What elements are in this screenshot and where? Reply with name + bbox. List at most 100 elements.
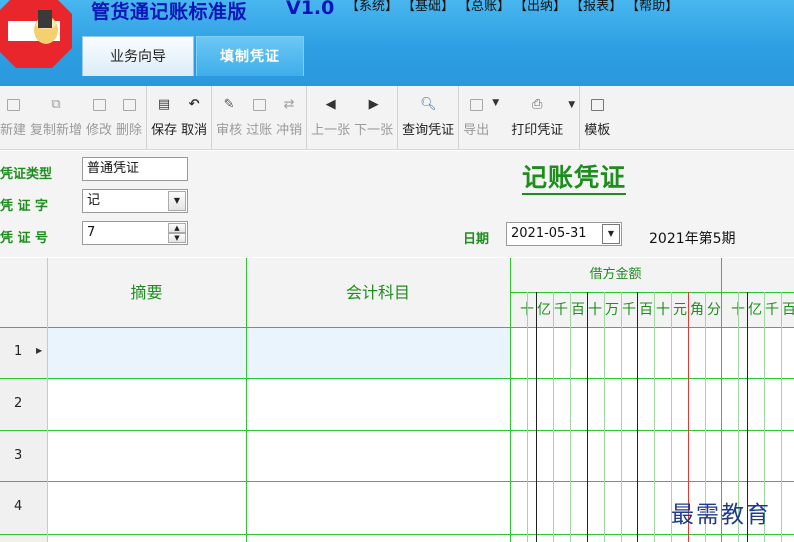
save-icon: ▤ — [157, 97, 171, 112]
row-header-5[interactable] — [0, 534, 47, 542]
delete-button[interactable]: 删除 — [114, 86, 144, 149]
save-label: 保存 — [151, 123, 178, 138]
menu-reports[interactable]: 【报表】 — [570, 0, 622, 14]
digit-line — [604, 292, 605, 542]
copy-new-button[interactable]: ⧉ 复制新增 — [28, 86, 84, 149]
next-button[interactable]: ▶ 下一张 — [352, 86, 395, 149]
digit-line — [570, 292, 571, 542]
prev-icon: ◀ — [325, 97, 336, 112]
row-header-3[interactable]: 3 — [0, 430, 47, 481]
new-button[interactable]: 新建 — [0, 86, 28, 149]
prev-label: 上一张 — [311, 123, 351, 138]
cancel-button[interactable]: ↶ 取消 — [179, 86, 209, 149]
next-label: 下一张 — [354, 123, 394, 138]
date-picker[interactable]: 2021-05-31 ▼ — [506, 222, 622, 246]
chevron-down-icon[interactable]: ▼ — [168, 191, 186, 211]
voucher-number-label: 凭 证 号 — [0, 231, 49, 246]
row-number: 4 — [14, 499, 23, 514]
table-row[interactable] — [47, 378, 794, 430]
prev-button[interactable]: ◀ 上一张 — [309, 86, 352, 149]
toolbar-group-query: 🔍︎ 查询凭证 — [398, 86, 460, 149]
query-voucher-button[interactable]: 🔍︎ 查询凭证 — [400, 86, 456, 149]
debit-digit-label: 千 — [554, 302, 568, 318]
grid-line — [0, 430, 794, 431]
digit-line — [781, 292, 782, 542]
toolbar-group-template: 模板 — [580, 86, 614, 149]
top-menu: 【系统】 【基础】 【总账】 【出纳】 【报表】 【帮助】 — [346, 0, 682, 14]
audit-button[interactable]: ✎ 审核 — [214, 86, 244, 149]
row-header-corner — [0, 258, 47, 327]
watermark: 最需教育 — [671, 502, 771, 528]
cancel-label: 取消 — [181, 123, 208, 138]
audit-icon: ✎ — [223, 97, 235, 112]
accounting-period: 2021年第5期 — [649, 231, 736, 247]
credit-column-header[interactable] — [721, 258, 794, 292]
digit-line — [621, 292, 622, 542]
row-number: 3 — [14, 448, 23, 463]
debit-digit-label: 角 — [690, 302, 704, 318]
export-dropdown-icon[interactable]: ▼ — [492, 98, 499, 108]
template-button[interactable]: 模板 — [582, 86, 612, 149]
row-header-4[interactable]: 4 — [0, 481, 47, 534]
debit-column-header[interactable]: 借方金额 — [510, 258, 721, 292]
export-label: 导出 — [463, 123, 490, 138]
reverse-label: 冲销 — [276, 123, 303, 138]
tab-fill-voucher[interactable]: 填制凭证 — [196, 36, 304, 76]
delete-icon — [121, 97, 137, 113]
voucher-number-value: 7 — [87, 225, 96, 240]
row-number: 1 — [14, 344, 23, 359]
row-header-1[interactable]: 1 ▶ — [0, 327, 47, 378]
tab-business-guide[interactable]: 业务向导 — [82, 36, 194, 76]
digit-line — [553, 292, 554, 542]
print-voucher-button[interactable]: ⎙ 打印凭证 ▼ — [501, 86, 577, 149]
delete-label: 删除 — [116, 123, 143, 138]
spin-up-icon[interactable]: ▲ — [168, 223, 186, 233]
menu-help[interactable]: 【帮助】 — [626, 0, 678, 14]
post-button[interactable]: 过账 — [244, 86, 274, 149]
save-button[interactable]: ▤ 保存 — [149, 86, 179, 149]
grid-line — [0, 327, 794, 328]
toolbar-group-edit: 新建 ⧉ 复制新增 修改 删除 — [0, 86, 148, 149]
row-number: 2 — [14, 396, 23, 411]
menu-system[interactable]: 【系统】 — [346, 0, 398, 14]
edit-icon — [91, 97, 107, 113]
account-header-label: 会计科目 — [345, 283, 410, 302]
debit-digit-label: 十 — [588, 302, 602, 318]
reverse-button[interactable]: ⇄ 冲销 — [274, 86, 304, 149]
export-icon — [468, 97, 484, 113]
edit-label: 修改 — [86, 123, 113, 138]
menu-basic[interactable]: 【基础】 — [402, 0, 454, 14]
voucher-word-select[interactable]: 记 ▼ — [82, 189, 188, 213]
print-dropdown-icon[interactable]: ▼ — [568, 100, 575, 110]
menu-ledger[interactable]: 【总账】 — [458, 0, 510, 14]
voucher-type-label: 凭证类型 — [0, 167, 53, 182]
digit-line — [587, 292, 588, 542]
query-icon: 🔍︎ — [420, 97, 437, 112]
calendar-dropdown-icon[interactable]: ▼ — [602, 224, 620, 244]
spin-down-icon[interactable]: ▼ — [168, 233, 186, 243]
toolbar-group-audit: ✎ 审核 过账 ⇄ 冲销 — [212, 86, 308, 149]
digit-line — [637, 292, 638, 542]
export-button[interactable]: 导出 ▼ — [461, 86, 501, 149]
account-column-header[interactable]: 会计科目 — [246, 258, 510, 327]
debit-digit-label: 千 — [622, 302, 636, 318]
row-header-2[interactable]: 2 — [0, 378, 47, 430]
grid-line — [47, 258, 48, 542]
edit-button[interactable]: 修改 — [84, 86, 114, 149]
menu-cashier[interactable]: 【出纳】 — [514, 0, 566, 14]
copy-new-label: 复制新增 — [30, 123, 83, 138]
voucher-type-field[interactable]: 普通凭证 — [82, 157, 188, 181]
undo-icon: ↶ — [188, 97, 200, 112]
digit-line — [654, 292, 655, 542]
grid-line — [0, 534, 794, 535]
digit-line — [536, 292, 537, 542]
next-icon: ▶ — [368, 97, 379, 112]
debit-digit-label: 十 — [656, 302, 670, 318]
digit-line — [527, 292, 528, 542]
debit-digit-label: 元 — [673, 302, 687, 318]
summary-header-label: 摘要 — [130, 283, 163, 302]
table-row[interactable] — [47, 430, 794, 481]
debit-digit-label: 百 — [571, 302, 585, 318]
summary-column-header[interactable]: 摘要 — [47, 258, 246, 327]
voucher-number-stepper[interactable]: 7 ▲ ▼ — [82, 221, 188, 245]
